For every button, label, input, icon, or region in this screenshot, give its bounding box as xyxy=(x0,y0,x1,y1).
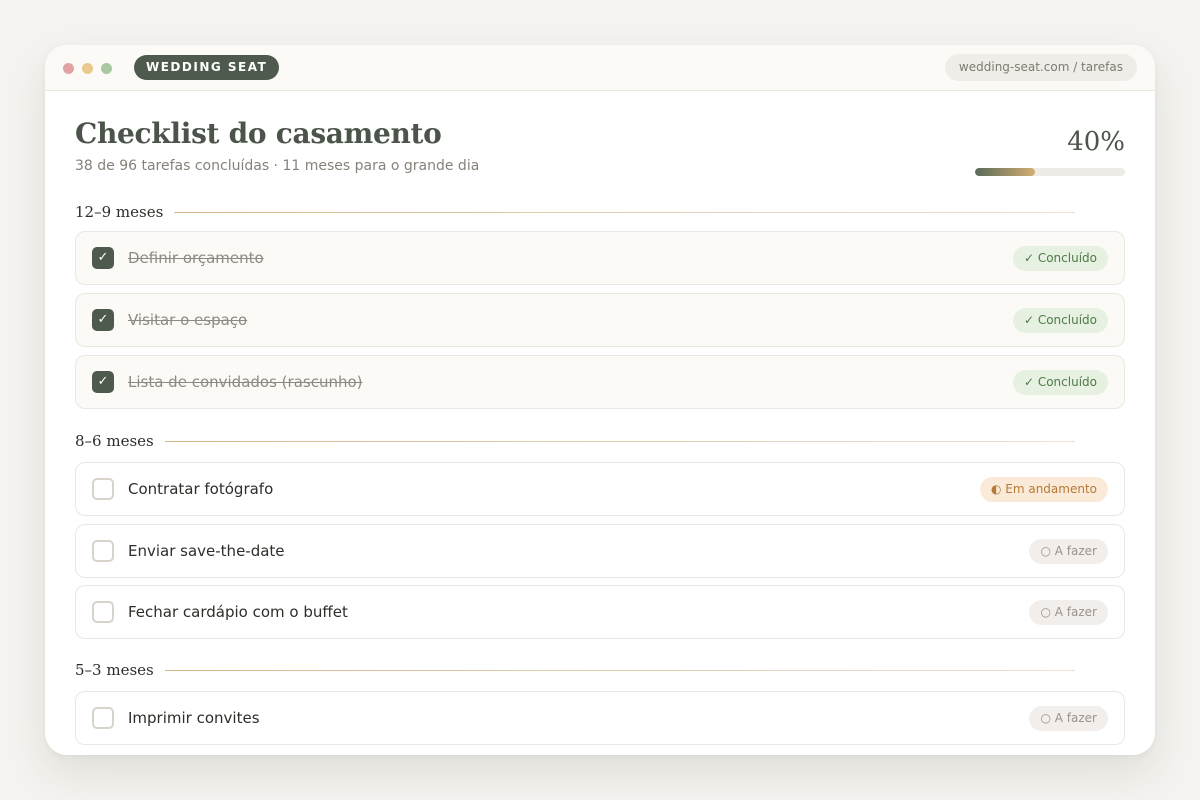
group-divider xyxy=(174,211,1075,213)
group-divider xyxy=(164,669,1075,671)
task-checkbox-checked[interactable]: ✓ xyxy=(92,371,114,393)
brand-logo[interactable]: WEDDING SEAT xyxy=(134,55,280,80)
page-title: Checklist do casamento xyxy=(75,117,442,150)
progress-bar-fill xyxy=(975,168,1035,176)
task-label: Contratar fotógrafo xyxy=(128,480,274,498)
status-badge[interactable]: ✓ Concluído xyxy=(1012,246,1108,271)
page-header: Checklist do casamento 38 de 96 tarefas … xyxy=(75,117,1125,187)
status-badge[interactable]: ○ A fazer xyxy=(1029,539,1108,564)
page-subtitle: 38 de 96 tarefas concluídas · 11 meses p… xyxy=(75,158,480,174)
status-badge[interactable]: ✓ Concluído xyxy=(1012,308,1108,333)
group-label: 12–9 meses xyxy=(75,203,164,221)
minimize-window-button[interactable] xyxy=(82,63,93,74)
progress-bar xyxy=(975,168,1125,176)
close-window-button[interactable] xyxy=(63,63,74,74)
task-row[interactable]: Enviar save-the-date ○ A fazer xyxy=(75,524,1125,578)
group-heading: 5–3 meses xyxy=(75,660,1125,680)
task-label: Enviar save-the-date xyxy=(128,542,285,560)
group-label: 5–3 meses xyxy=(75,661,154,679)
status-badge[interactable]: ○ A fazer xyxy=(1029,600,1108,625)
status-badge[interactable]: ◐ Em andamento xyxy=(979,477,1108,502)
maximize-window-button[interactable] xyxy=(101,63,112,74)
title-bar: WEDDING SEAT wedding-seat.com / tarefas xyxy=(45,45,1155,91)
task-checkbox[interactable] xyxy=(92,540,114,562)
task-label: Fechar cardápio com o buffet xyxy=(128,603,348,621)
task-checkbox-checked[interactable]: ✓ xyxy=(92,247,114,269)
task-label: Lista de convidados (rascunho) xyxy=(128,373,363,391)
progress-percent: 40% xyxy=(1067,127,1125,157)
group-heading: 8–6 meses xyxy=(75,431,1125,451)
task-row[interactable]: Fechar cardápio com o buffet ○ A fazer xyxy=(75,585,1125,639)
task-row[interactable]: ✓ Definir orçamento ✓ Concluído xyxy=(75,231,1125,285)
status-badge[interactable]: ✓ Concluído xyxy=(1012,370,1108,395)
group-divider xyxy=(164,440,1075,442)
task-row[interactable]: Contratar fotógrafo ◐ Em andamento xyxy=(75,462,1125,516)
task-checkbox[interactable] xyxy=(92,601,114,623)
address-bar[interactable]: wedding-seat.com / tarefas xyxy=(944,54,1137,81)
task-label: Visitar o espaço xyxy=(128,311,248,329)
status-badge[interactable]: ○ A fazer xyxy=(1029,706,1108,731)
task-checkbox[interactable] xyxy=(92,478,114,500)
task-checkbox[interactable] xyxy=(92,707,114,729)
group-label: 8–6 meses xyxy=(75,432,154,450)
task-row[interactable]: ✓ Lista de convidados (rascunho) ✓ Concl… xyxy=(75,355,1125,409)
group-heading: 12–9 meses xyxy=(75,202,1125,222)
app-window: WEDDING SEAT wedding-seat.com / tarefas … xyxy=(45,45,1155,755)
task-label: Imprimir convites xyxy=(128,709,260,727)
task-checkbox-checked[interactable]: ✓ xyxy=(92,309,114,331)
task-row[interactable]: ✓ Visitar o espaço ✓ Concluído xyxy=(75,293,1125,347)
task-row[interactable]: Imprimir convites ○ A fazer xyxy=(75,691,1125,745)
task-label: Definir orçamento xyxy=(128,249,264,267)
